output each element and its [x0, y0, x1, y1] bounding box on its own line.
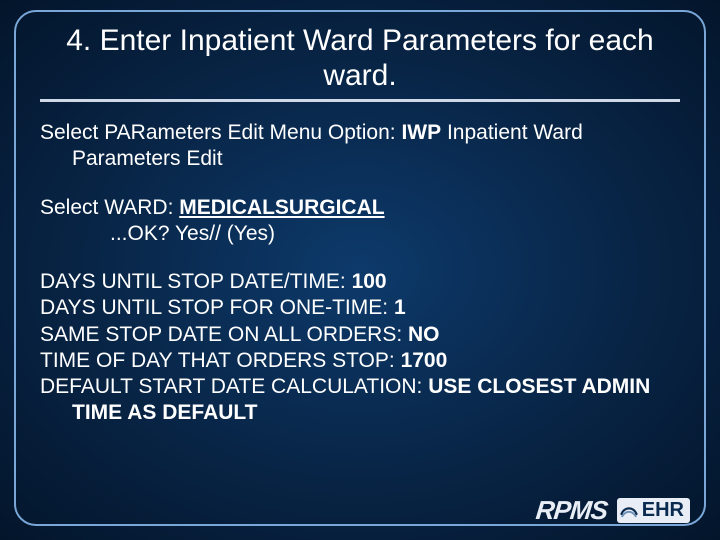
field-label: DAYS UNTIL STOP FOR ONE-TIME: — [40, 296, 394, 319]
slide-frame: 4. Enter Inpatient Ward Parameters for e… — [14, 10, 706, 526]
field-value: NO — [408, 323, 440, 346]
field-row: TIME OF DAY THAT ORDERS STOP: 1700 — [40, 348, 680, 374]
field-label: TIME OF DAY THAT ORDERS STOP: — [40, 349, 401, 372]
field-label: SAME STOP DATE ON ALL ORDERS: — [40, 323, 408, 346]
field-label: DEFAULT START DATE CALCULATION: — [40, 375, 428, 398]
ehr-badge: EHR — [617, 498, 690, 523]
swoosh-icon — [620, 502, 638, 520]
field-row: DEFAULT START DATE CALCULATION: USE CLOS… — [40, 374, 680, 427]
ward-select-lead: Select WARD: — [40, 196, 179, 219]
rpms-logo: RPMS — [534, 495, 608, 526]
menu-option-code: IWP — [401, 121, 441, 144]
field-value: 1 — [394, 296, 406, 319]
menu-option-line: Select PARameters Edit Menu Option: IWP … — [40, 120, 680, 173]
slide-title: 4. Enter Inpatient Ward Parameters for e… — [40, 24, 680, 102]
field-row: SAME STOP DATE ON ALL ORDERS: NO — [40, 322, 680, 348]
menu-option-lead: Select PARameters Edit Menu Option: — [40, 121, 401, 144]
field-list: DAYS UNTIL STOP DATE/TIME: 100 DAYS UNTI… — [40, 269, 680, 427]
ward-confirm-line: ...OK? Yes// (Yes) — [40, 221, 680, 247]
ehr-text: EHR — [642, 499, 684, 522]
field-label: DAYS UNTIL STOP DATE/TIME: — [40, 270, 352, 293]
ward-select-line: Select WARD: MEDICALSURGICAL — [40, 195, 680, 221]
field-row: DAYS UNTIL STOP DATE/TIME: 100 — [40, 269, 680, 295]
field-row: DAYS UNTIL STOP FOR ONE-TIME: 1 — [40, 295, 680, 321]
footer-logo-group: RPMS EHR — [536, 495, 690, 526]
ward-select-block: Select WARD: MEDICALSURGICAL ...OK? Yes/… — [40, 195, 680, 248]
slide-body: Select PARameters Edit Menu Option: IWP … — [40, 120, 680, 427]
field-value: 1700 — [401, 349, 448, 372]
ward-select-value: MEDICALSURGICAL — [179, 196, 384, 219]
field-value: 100 — [352, 270, 387, 293]
